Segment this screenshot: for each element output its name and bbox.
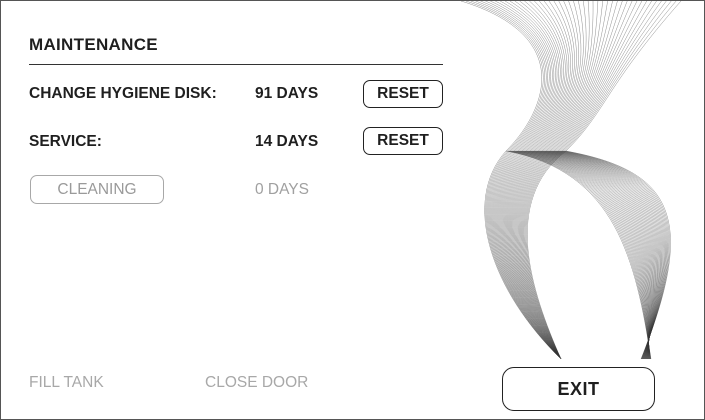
exit-button[interactable]: EXIT	[502, 367, 655, 411]
wave-strand	[460, 1, 652, 360]
reset-hygiene-disk-button[interactable]: RESET	[363, 80, 443, 108]
reset-service-button[interactable]: RESET	[363, 127, 443, 155]
hygiene-disk-days: 91 DAYS	[255, 85, 319, 102]
maintenance-screen: MAINTENANCE CHANGE HYGIENE DISK: 91 DAYS…	[0, 0, 705, 420]
service-days: 14 DAYS	[255, 133, 319, 150]
fill-tank-button[interactable]: FILL TANK	[29, 374, 104, 392]
cleaning-button[interactable]: CLEANING	[30, 175, 164, 204]
page-title: MAINTENANCE	[29, 35, 158, 54]
close-door-button[interactable]: CLOSE DOOR	[205, 374, 308, 392]
hygiene-disk-label: CHANGE HYGIENE DISK:	[29, 85, 217, 102]
title-divider	[29, 64, 443, 65]
service-label: SERVICE:	[29, 133, 102, 150]
cleaning-days: 0 DAYS	[255, 181, 309, 198]
wave-strand	[485, 1, 651, 360]
decorative-wave-graphic	[460, 1, 682, 360]
